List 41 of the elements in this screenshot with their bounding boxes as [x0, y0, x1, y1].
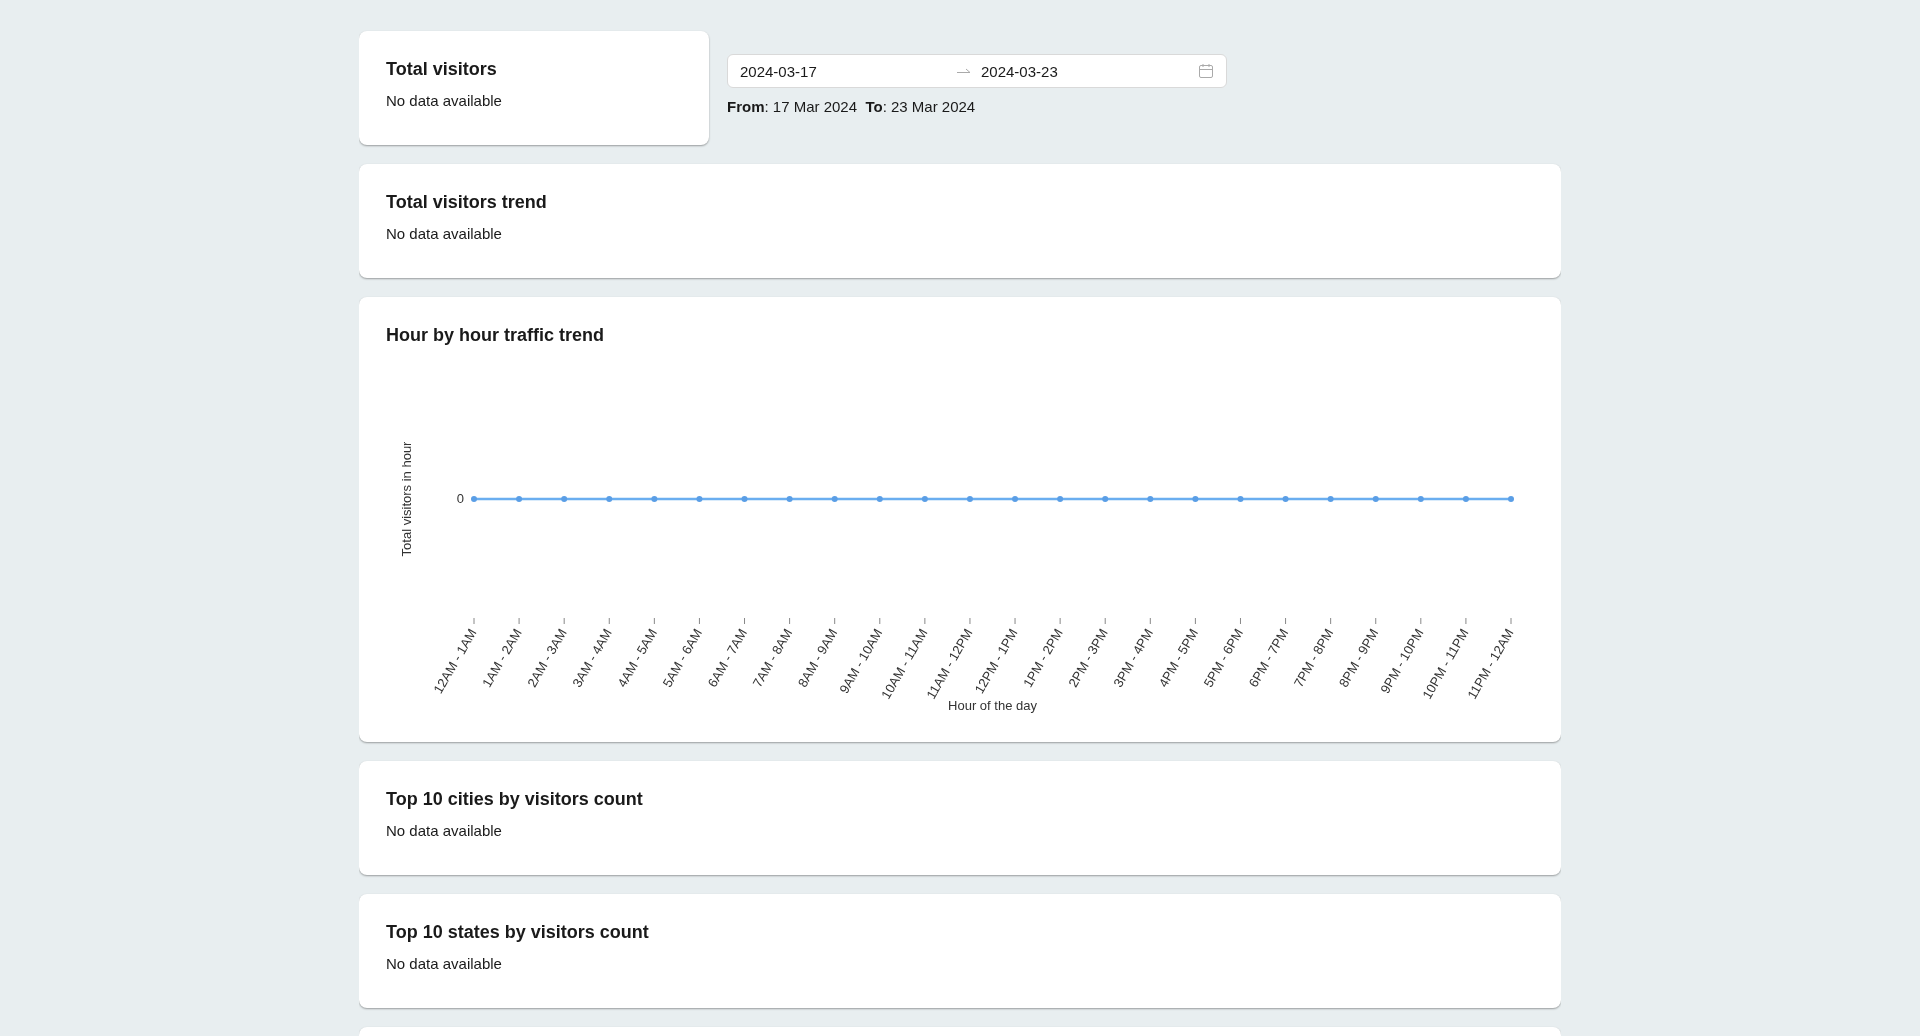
x-axis-label: Hour of the day [948, 698, 1037, 713]
x-tick [1510, 617, 1512, 625]
card-title: Total visitors [386, 58, 498, 80]
y-axis-label: Total visitors in hour [399, 441, 414, 557]
x-tick [698, 617, 700, 625]
date-range-field[interactable]: 2024-03-17 2024-03-23 [727, 54, 1227, 88]
end-date-input[interactable]: 2024-03-23 [981, 62, 1188, 80]
y-tick-label: 0 [456, 491, 464, 506]
empty-message: No data available [386, 225, 503, 243]
empty-message: No data available [386, 955, 503, 973]
x-tick [1285, 617, 1287, 625]
card-title: Top 10 cities by visitors count [386, 788, 644, 810]
x-tick [1465, 617, 1467, 625]
card-title: Total visitors trend [386, 191, 548, 213]
empty-message: No data available [386, 92, 503, 110]
start-date-input[interactable]: 2024-03-17 [740, 62, 947, 80]
x-tick [1149, 617, 1151, 625]
empty-message: No data available [386, 822, 503, 840]
x-tick [789, 617, 791, 625]
card-title: Hour by hour traffic trend [386, 324, 605, 346]
date-range-summary: From: 17 Mar 2024 To: 23 Mar 2024 [727, 98, 977, 115]
x-tick [608, 617, 610, 625]
x-tick [1420, 617, 1422, 625]
x-tick [1104, 617, 1106, 625]
x-tick [969, 617, 971, 625]
x-tick [834, 617, 836, 625]
x-tick [518, 617, 520, 625]
x-tick [879, 617, 881, 625]
x-tick [924, 617, 926, 625]
x-tick [1014, 617, 1016, 625]
x-tick [1375, 617, 1377, 625]
card-title: Top 10 states by visitors count [386, 921, 650, 943]
x-tick [1240, 617, 1241, 625]
x-tick [653, 617, 655, 625]
x-tick [563, 617, 565, 625]
x-tick [744, 617, 745, 625]
calendar-icon[interactable] [1198, 63, 1214, 79]
x-tick [1194, 617, 1196, 625]
x-tick [1330, 617, 1332, 625]
x-tick [473, 617, 475, 625]
x-tick [1059, 617, 1061, 625]
